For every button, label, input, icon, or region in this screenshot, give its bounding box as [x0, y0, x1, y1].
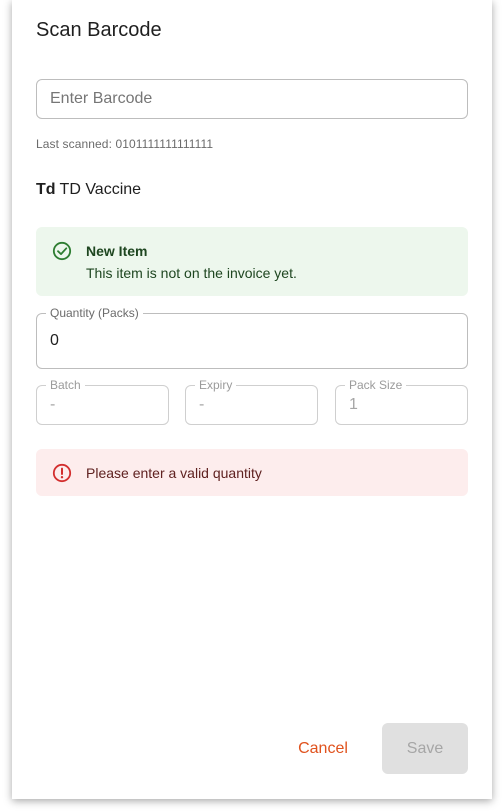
- quantity-value[interactable]: 0: [50, 332, 59, 350]
- error-message: Please enter a valid quantity: [86, 465, 262, 481]
- alert-message: This item is not on the invoice yet.: [86, 265, 297, 281]
- barcode-input[interactable]: [36, 79, 468, 119]
- quantity-error-alert: Please enter a valid quantity: [36, 449, 468, 496]
- item-name: Td TD Vaccine: [36, 181, 141, 199]
- batch-label: Batch: [46, 378, 85, 392]
- scan-barcode-dialog: Scan Barcode Last scanned: 0101111111111…: [12, 0, 492, 799]
- expiry-value: -: [199, 396, 205, 413]
- pack-size-value: 1: [349, 396, 358, 413]
- batch-value: -: [50, 396, 56, 413]
- quantity-label: Quantity (Packs): [46, 306, 143, 320]
- quantity-field[interactable]: Quantity (Packs) 0: [36, 306, 468, 369]
- alert-heading: New Item: [86, 243, 148, 259]
- expiry-label: Expiry: [195, 378, 237, 392]
- last-scanned-text: Last scanned: 0101111111111111: [36, 137, 214, 151]
- batch-field: Batch -: [36, 378, 169, 425]
- check-circle-icon: [52, 241, 72, 261]
- item-code: Td: [36, 181, 56, 198]
- save-button[interactable]: Save: [382, 723, 468, 774]
- pack-size-label: Pack Size: [345, 378, 407, 392]
- pack-size-field: Pack Size 1: [335, 378, 468, 425]
- new-item-alert: New Item This item is not on the invoice…: [36, 227, 468, 296]
- error-icon: [52, 463, 72, 483]
- cancel-button[interactable]: Cancel: [284, 723, 362, 774]
- dialog-title: Scan Barcode: [36, 19, 162, 41]
- expiry-field: Expiry -: [185, 378, 318, 425]
- item-label: TD Vaccine: [59, 181, 142, 198]
